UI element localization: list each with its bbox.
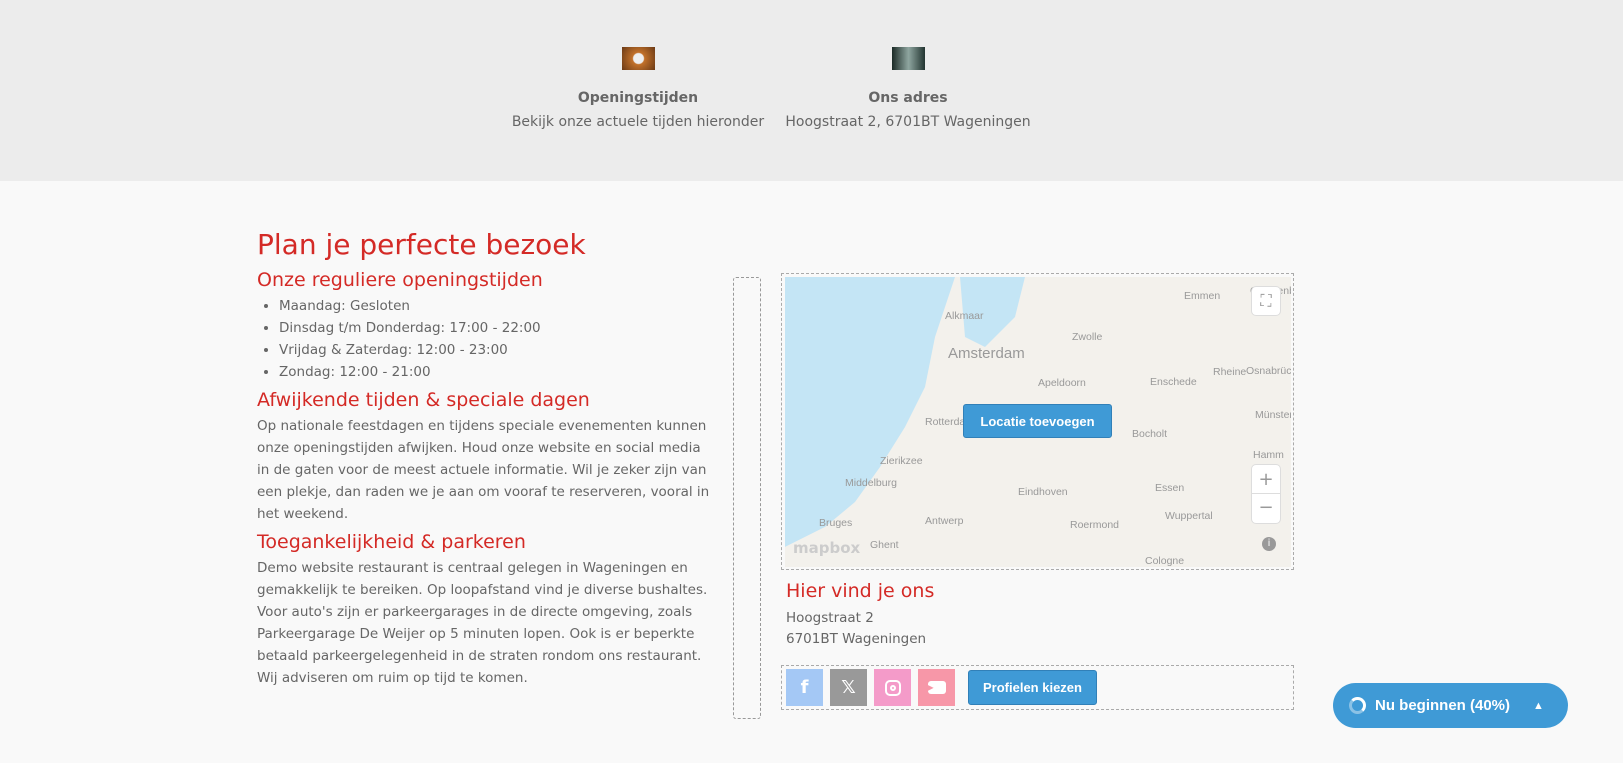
address-line1: Hoogstraat 2 xyxy=(786,610,874,626)
list-item: Maandag: Gesloten xyxy=(279,295,712,317)
map-city-label: Essen xyxy=(1155,482,1185,494)
social-profiles: f 𝕏 ▶ Profielen kiezen xyxy=(781,665,1294,710)
choose-profiles-button[interactable]: Profielen kiezen xyxy=(968,670,1097,705)
zoom-in-button[interactable]: + xyxy=(1252,465,1280,494)
street-image xyxy=(891,47,925,70)
address-line2: 6701BT Wageningen xyxy=(786,631,927,647)
list-item: Dinsdag t/m Donderdag: 17:00 - 22:00 xyxy=(279,317,712,339)
progress-ring-icon xyxy=(1349,697,1366,714)
chevron-up-icon: ▲ xyxy=(1533,699,1544,712)
map-city-label: Enschede xyxy=(1150,376,1197,388)
list-item: Vrijdag & Zaterdag: 12:00 - 23:00 xyxy=(279,339,712,361)
fullscreen-icon[interactable]: ⛶ xyxy=(1252,287,1280,315)
instagram-icon[interactable] xyxy=(874,669,911,706)
features-band: Openingstijden Bekijk onze actuele tijde… xyxy=(0,0,1623,181)
empty-column-placeholder[interactable] xyxy=(733,277,761,719)
zoom-controls: + − xyxy=(1252,465,1280,523)
map-city-label: Alkmaar xyxy=(945,310,984,322)
map-city-label: Münster xyxy=(1255,409,1291,421)
special-heading: Afwijkende tijden & speciale dagen xyxy=(257,389,590,411)
add-location-button[interactable]: Locatie toevoegen xyxy=(963,404,1112,438)
map-city-label: Antwerp xyxy=(925,515,964,527)
hours-list: Maandag: Gesloten Dinsdag t/m Donderdag:… xyxy=(279,295,712,383)
youtube-icon[interactable]: ▶ xyxy=(918,669,955,706)
feature-opening-hours: Openingstijden Bekijk onze actuele tijde… xyxy=(498,47,778,130)
list-item: Zondag: 12:00 - 21:00 xyxy=(279,361,712,383)
map[interactable]: Alkmaar Amsterdam Zwolle Emmen Apeldoorn Ensc… xyxy=(785,277,1291,567)
feature-text: Hoogstraat 2, 6701BT Wageningen xyxy=(785,114,1031,130)
access-heading: Toegankelijkheid & parkeren xyxy=(257,531,526,553)
onboarding-label: Nu beginnen (40%) xyxy=(1375,697,1511,714)
info-icon[interactable]: i xyxy=(1262,537,1276,551)
feature-title: Openingstijden xyxy=(577,90,699,106)
address-heading: Hier vind je ons xyxy=(786,580,935,602)
facebook-icon[interactable]: f xyxy=(786,669,823,706)
feature-text: Bekijk onze actuele tijden hieronder xyxy=(511,114,765,130)
map-city-label: Cologne xyxy=(1145,555,1185,567)
map-city-label: Bruges xyxy=(819,517,853,529)
access-text: Demo website restaurant is centraal gele… xyxy=(257,560,708,686)
map-widget: Alkmaar Amsterdam Zwolle Emmen Apeldoorn Ensc… xyxy=(781,273,1294,570)
page-title: Plan je perfecte bezoek xyxy=(257,228,586,261)
onboarding-button[interactable]: Nu beginnen (40%) ▲ xyxy=(1333,683,1568,728)
clock-image xyxy=(621,47,655,70)
feature-address: Ons adres Hoogstraat 2, 6701BT Wageninge… xyxy=(768,47,1048,130)
address-block: Hier vind je ons Hoogstraat 2 6701BT Wag… xyxy=(786,580,934,650)
map-city-label: Rheine xyxy=(1213,366,1247,378)
visit-info: Plan je perfecte bezoek Onze reguliere o… xyxy=(257,228,712,689)
zoom-out-button[interactable]: − xyxy=(1252,494,1280,523)
map-city-label: Bocholt xyxy=(1132,428,1168,440)
feature-title: Ons adres xyxy=(868,90,948,106)
map-city-label: Emmen xyxy=(1184,290,1221,302)
map-city-label: Hamm xyxy=(1253,449,1284,461)
hours-heading: Onze reguliere openingstijden xyxy=(257,269,543,291)
map-city-label: Roermond xyxy=(1070,519,1120,531)
map-city-label: Middelburg xyxy=(845,477,897,489)
map-city-label: Zwolle xyxy=(1072,331,1103,343)
map-city-label: Apeldoorn xyxy=(1038,377,1086,389)
mapbox-logo[interactable]: mapbox xyxy=(793,539,860,557)
special-text: Op nationale feestdagen en tijdens speci… xyxy=(257,418,710,522)
map-city-label: Osnabrück xyxy=(1246,365,1291,377)
map-city-label: Zierikzee xyxy=(880,455,923,467)
map-city-label: Eindhoven xyxy=(1018,486,1068,498)
map-city-label: Wuppertal xyxy=(1165,510,1213,522)
map-city-label: Amsterdam xyxy=(948,345,1025,362)
map-city-label: Ghent xyxy=(870,539,899,551)
x-icon[interactable]: 𝕏 xyxy=(830,669,867,706)
